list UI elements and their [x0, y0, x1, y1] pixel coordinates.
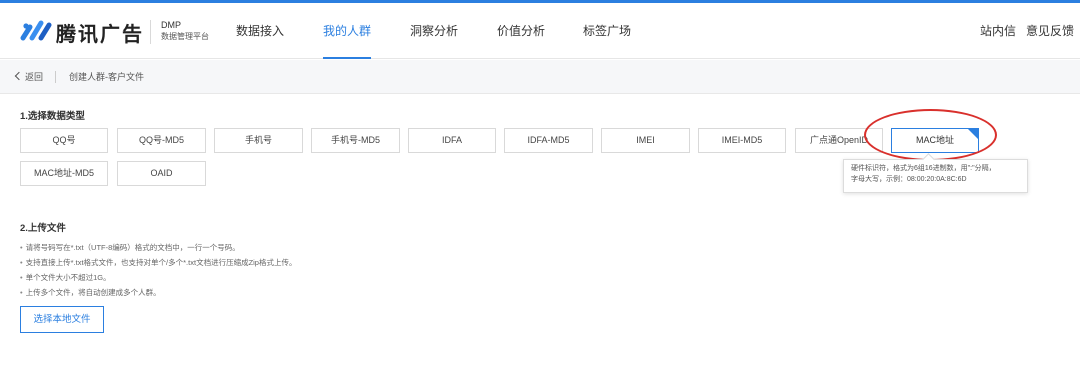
product-abbrev: DMP — [161, 20, 181, 30]
type-option-idfa-md5[interactable]: IDFA-MD5 — [504, 128, 593, 153]
logo-icon — [20, 20, 52, 41]
type-option-imei[interactable]: IMEI — [601, 128, 690, 153]
tooltip-line-2: 字母大写，示例：08:00:20:0A:8C:6D — [851, 175, 967, 183]
type-option-qq-md5[interactable]: QQ号-MD5 — [117, 128, 206, 153]
type-option-phone[interactable]: 手机号 — [214, 128, 303, 153]
upload-rule: 支持直接上传*.txt格式文件，也支持对单个/多个*.txt文档进行压缩成Zip… — [20, 255, 297, 270]
upload-rule: 上传多个文件，将自动创建成多个人群。 — [20, 285, 296, 300]
logo-divider — [150, 20, 151, 44]
breadcrumb-divider — [55, 71, 56, 83]
nav-insight-analysis[interactable]: 洞察分析 — [410, 3, 458, 59]
type-option-idfa[interactable]: IDFA — [408, 128, 496, 153]
back-label: 返回 — [25, 72, 44, 82]
type-option-imei-md5[interactable]: IMEI-MD5 — [698, 128, 786, 153]
type-option-qq[interactable]: QQ号 — [20, 128, 108, 153]
red-highlight-circle — [864, 109, 997, 161]
tooltip-line-1: 硬件标识符，格式为6组16进制数，用":"分隔， — [851, 165, 996, 172]
select-local-file-button[interactable]: 选择本地文件 — [20, 306, 104, 333]
nav-tag-plaza[interactable]: 标签广场 — [583, 3, 631, 59]
logo-text: 腾讯广告 — [56, 24, 144, 46]
upload-rule: 请将号码写在*.txt（UTF-8编码）格式的文档中，一行一个号码。 — [20, 240, 296, 255]
type-option-mac-md5[interactable]: MAC地址-MD5 — [20, 161, 108, 186]
nav-my-audiences[interactable]: 我的人群 — [323, 3, 372, 59]
chevron-left-icon — [14, 71, 24, 81]
upload-rules-list: 请将号码写在*.txt（UTF-8编码）格式的文档中，一行一个号码。 支持直接上… — [20, 240, 297, 300]
tencent-ads-logo[interactable]: 腾讯广告 — [20, 15, 142, 47]
type-option-oaid[interactable]: OAID — [117, 161, 206, 186]
product-name: DMP 数据管理平台 — [161, 19, 209, 43]
sub-toolbar: 返回 创建人群-客户文件 — [0, 60, 1080, 94]
nav-data-access[interactable]: 数据接入 — [236, 3, 284, 59]
feedback-link[interactable]: 意见反馈 — [1026, 3, 1074, 59]
breadcrumb: 创建人群-客户文件 — [69, 72, 144, 82]
messages-link[interactable]: 站内信 — [980, 3, 1016, 59]
top-header: 腾讯广告 DMP 数据管理平台 数据接入 我的人群 洞察分析 价值分析 标签广场… — [0, 3, 1080, 59]
upload-rule: 单个文件大小不超过1G。 — [20, 270, 296, 285]
back-button[interactable]: 返回 — [14, 60, 44, 94]
section-title-upload: 2.上传文件 — [20, 223, 66, 234]
product-subtitle: 数据管理平台 — [161, 32, 209, 41]
section-title-data-type: 1.选择数据类型 — [20, 111, 85, 122]
type-option-phone-md5[interactable]: 手机号-MD5 — [311, 128, 400, 153]
mac-format-tooltip: 硬件标识符，格式为6组16进制数，用":"分隔， 字母大写，示例：08:00:2… — [843, 159, 1028, 193]
nav-value-analysis[interactable]: 价值分析 — [497, 3, 545, 59]
